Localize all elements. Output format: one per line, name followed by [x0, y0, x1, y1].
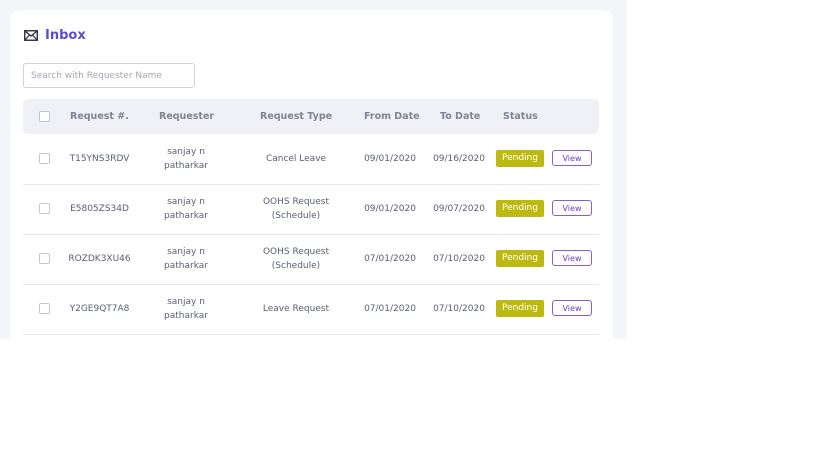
table-row: ROZDK3XU46 sanjay n patharkar OOHS Request…	[23, 234, 599, 285]
select-all-checkbox[interactable]	[39, 111, 50, 122]
table-row: Y2GE9QT7A8 sanjay n patharkar Leave Reques…	[23, 284, 599, 335]
view-button[interactable]: View	[552, 300, 592, 316]
request-number-cell: E5805ZS34D	[70, 203, 129, 214]
page-title: Inbox	[45, 27, 86, 43]
table-header: Request #. Requester Request Type From D…	[23, 99, 599, 134]
from-date-cell: 07/01/2020	[364, 303, 416, 314]
row-checkbox[interactable]	[39, 303, 50, 314]
app-background: Inbox Request #. Requester Request Type …	[0, 0, 626, 339]
table-row: E5805ZS34D sanjay n patharkar OOHS Request…	[23, 184, 599, 235]
row-checkbox[interactable]	[39, 153, 50, 164]
inbox-card: Inbox Request #. Requester Request Type …	[10, 10, 613, 339]
view-button[interactable]: View	[552, 150, 592, 166]
column-header-status: Status	[503, 111, 538, 122]
row-checkbox[interactable]	[39, 253, 50, 264]
to-date-cell: 09/16/2020	[433, 153, 485, 164]
request-type-cell: OOHS Request (Schedule)	[262, 246, 330, 271]
row-checkbox[interactable]	[39, 203, 50, 214]
status-badge: Pending	[496, 200, 544, 217]
to-date-cell: 09/07/2020	[433, 203, 485, 214]
request-number-cell: Y2GE9QT7A8	[69, 303, 130, 314]
column-header-from-date: From Date	[364, 111, 420, 122]
view-button[interactable]: View	[552, 200, 592, 216]
status-badge: Pending	[496, 300, 544, 317]
requester-cell: sanjay n patharkar	[164, 196, 208, 221]
view-button[interactable]: View	[552, 250, 592, 266]
requester-cell: sanjay n patharkar	[164, 296, 208, 321]
column-header-to-date: To Date	[440, 111, 481, 122]
request-type-cell: Leave Request	[262, 303, 330, 314]
from-date-cell: 09/01/2020	[364, 153, 416, 164]
status-badge: Pending	[496, 150, 544, 167]
column-header-request-type: Request Type	[260, 111, 333, 122]
inbox-header: Inbox	[24, 26, 86, 44]
request-number-cell: T15YNS3RDV	[69, 153, 130, 164]
status-badge: Pending	[496, 250, 544, 267]
from-date-cell: 09/01/2020	[364, 203, 416, 214]
to-date-cell: 07/10/2020	[433, 303, 485, 314]
from-date-cell: 07/01/2020	[364, 253, 416, 264]
request-type-cell: Cancel Leave	[265, 153, 327, 164]
column-header-requester: Requester	[159, 111, 215, 122]
to-date-cell: 07/10/2020	[433, 253, 485, 264]
envelope-icon	[24, 29, 38, 41]
table-row: T15YNS3RDV sanjay n patharkar Cancel Leave…	[23, 134, 599, 185]
request-type-cell: OOHS Request (Schedule)	[262, 196, 330, 221]
search-input[interactable]	[23, 63, 195, 88]
column-header-request-no: Request #.	[70, 111, 129, 122]
request-number-cell: ROZDK3XU46	[68, 253, 131, 264]
requester-cell: sanjay n patharkar	[164, 146, 208, 171]
requester-cell: sanjay n patharkar	[164, 246, 208, 271]
